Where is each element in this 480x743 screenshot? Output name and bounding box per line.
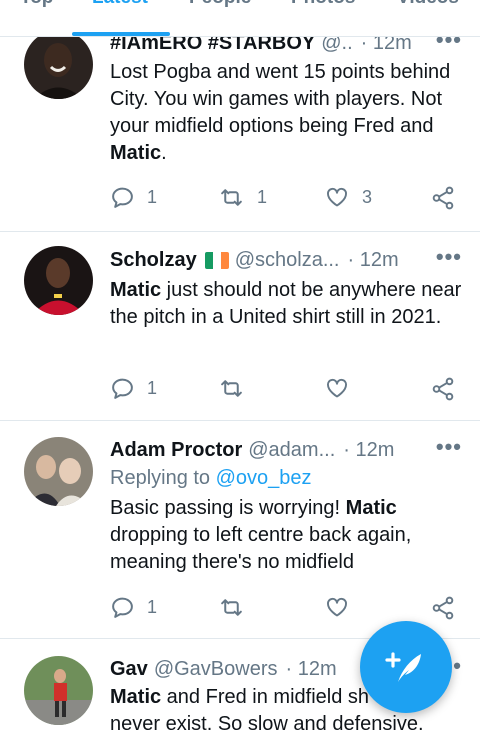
highlighted-term: Matic: [110, 279, 162, 301]
share-icon: [432, 377, 454, 401]
tab-latest[interactable]: Latest: [92, 0, 148, 9]
reply-count: 1: [147, 597, 158, 617]
tweet-actions: 1 1 3: [110, 185, 458, 211]
like-button[interactable]: 3: [324, 185, 372, 209]
tweet-actions: 1: [110, 376, 458, 402]
more-options-icon[interactable]: •••: [436, 246, 462, 268]
heart-icon: [327, 378, 347, 398]
more-options-icon[interactable]: •••: [436, 436, 462, 458]
share-icon: [432, 186, 454, 210]
tweet[interactable]: Adam Proctor @adam... · 12m ••• Replying…: [0, 421, 480, 639]
ireland-flag-icon: [204, 251, 229, 269]
compose-feather-icon: [385, 652, 421, 682]
tab-photos[interactable]: Photos: [291, 0, 355, 9]
tweet-text: Basic passing is worrying! Matic droppin…: [110, 497, 412, 573]
reply-button[interactable]: 1: [110, 376, 157, 401]
highlighted-term: Matic: [110, 686, 162, 708]
avatar[interactable]: [24, 656, 93, 725]
author-handle[interactable]: @scholza...: [235, 249, 340, 272]
reply-icon: [112, 187, 133, 208]
tweet-time: · 12m: [347, 248, 399, 271]
retweet-button[interactable]: 1: [218, 185, 267, 210]
share-button[interactable]: [430, 185, 456, 211]
avatar[interactable]: [24, 30, 93, 99]
tweet-actions: 1: [110, 595, 458, 621]
reply-icon: [112, 378, 133, 399]
like-count: 3: [362, 186, 373, 207]
avatar[interactable]: [24, 437, 93, 506]
tweet-text: Lost Pogba and went 15 points behind Cit…: [110, 61, 451, 164]
tab-videos[interactable]: Videos: [397, 0, 459, 9]
retweet-icon: [221, 599, 242, 616]
replying-to: Replying to @ovo_bez: [110, 467, 312, 489]
search-tabs: Top Latest People Photos Videos: [0, 0, 480, 37]
reply-button[interactable]: 1: [110, 185, 157, 210]
retweet-icon: [221, 380, 242, 397]
retweet-button[interactable]: [218, 376, 245, 401]
reply-count: 1: [147, 378, 158, 398]
retweet-button[interactable]: [218, 595, 245, 620]
author-name[interactable]: Gav: [110, 658, 148, 681]
retweet-count: 1: [257, 187, 268, 207]
author-name[interactable]: Scholzay: [110, 249, 197, 272]
like-button[interactable]: [324, 376, 350, 400]
author-name[interactable]: Adam Proctor: [110, 439, 242, 462]
mention-link[interactable]: @ovo_bez: [216, 467, 312, 489]
heart-icon: [327, 597, 347, 617]
tweet-time: · 12m: [285, 657, 337, 680]
tab-top[interactable]: Top: [20, 0, 53, 9]
reply-count: 1: [147, 187, 158, 207]
tweet-time: · 12m: [343, 438, 395, 461]
active-tab-indicator: [72, 32, 170, 36]
reply-icon: [112, 597, 133, 618]
highlighted-term: Matic: [110, 142, 162, 164]
highlighted-term: Matic: [345, 497, 397, 519]
author-handle[interactable]: @GavBowers: [154, 658, 278, 681]
tweet[interactable]: Scholzay @scholza... · 12m ••• Matic jus…: [0, 232, 480, 421]
tab-people[interactable]: People: [189, 0, 251, 9]
like-button[interactable]: [324, 595, 350, 619]
share-button[interactable]: [430, 376, 456, 402]
share-button[interactable]: [430, 595, 456, 621]
compose-button[interactable]: [360, 621, 452, 713]
tweet-text: Matic just should not be anywhere near t…: [110, 279, 462, 328]
avatar[interactable]: [24, 246, 93, 315]
retweet-icon: [221, 189, 242, 206]
heart-icon: [327, 187, 347, 207]
author-handle[interactable]: @adam...: [248, 439, 335, 462]
reply-button[interactable]: 1: [110, 595, 157, 620]
share-icon: [432, 596, 454, 620]
